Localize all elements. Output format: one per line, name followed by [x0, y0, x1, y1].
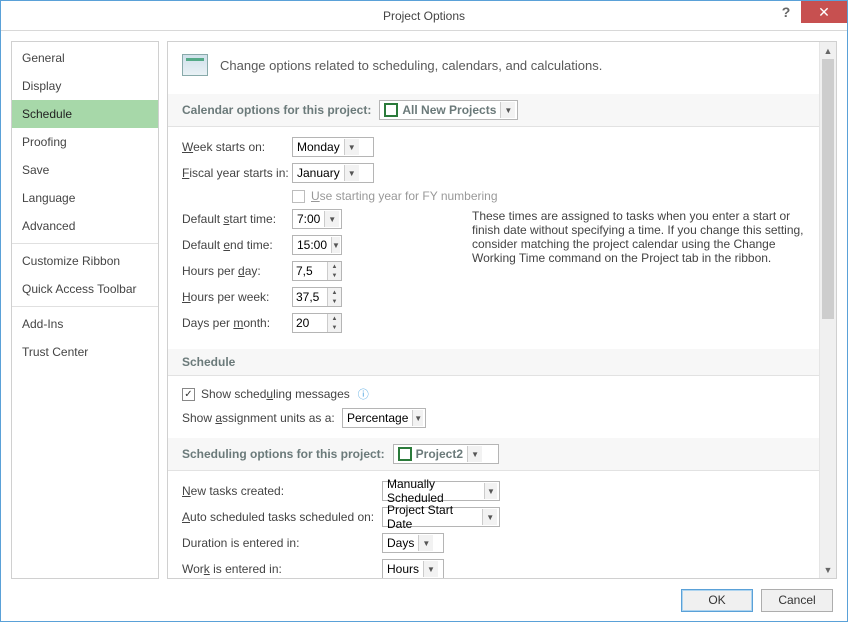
duration-select[interactable]: Days ▼ — [382, 533, 444, 553]
days-per-month-input[interactable] — [293, 314, 327, 332]
project-scope-select-2[interactable]: Project2 ▼ — [393, 444, 499, 464]
fiscal-year-select[interactable]: January ▼ — [292, 163, 374, 183]
window-controls: ? ✕ — [771, 1, 847, 23]
duration-label: Duration is entered in: — [182, 536, 382, 550]
titlebar: Project Options ? ✕ — [1, 1, 847, 31]
hours-per-week-input[interactable] — [293, 288, 327, 306]
default-end-select[interactable]: 15:00 ▼ — [292, 235, 342, 255]
days-per-month-label: Days per month: — [182, 316, 292, 330]
chevron-down-icon: ▼ — [344, 139, 359, 155]
spin-up-icon[interactable]: ▲ — [328, 262, 341, 271]
scroll-down-icon[interactable]: ▼ — [820, 561, 836, 578]
section-title: Calendar options for this project: — [182, 103, 371, 117]
sidebar-separator — [12, 306, 158, 307]
scroll-up-icon[interactable]: ▲ — [820, 42, 836, 59]
spin-down-icon[interactable]: ▼ — [328, 271, 341, 280]
time-description: These times are assigned to tasks when y… — [462, 209, 805, 265]
intro-row: Change options related to scheduling, ca… — [182, 54, 805, 76]
ok-button[interactable]: OK — [681, 589, 753, 612]
work-label: Work is entered in: — [182, 562, 382, 576]
dialog-body: General Display Schedule Proofing Save L… — [1, 31, 847, 579]
assignment-units-label: Show assignment units as a: — [182, 411, 342, 425]
chevron-down-icon: ▼ — [467, 446, 482, 462]
spin-down-icon[interactable]: ▼ — [328, 297, 341, 306]
checkbox-box: ✓ — [182, 388, 195, 401]
default-end-label: Default end time: — [182, 238, 292, 252]
new-tasks-select[interactable]: Manually Scheduled ▼ — [382, 481, 500, 501]
options-dialog: Project Options ? ✕ General Display Sche… — [0, 0, 848, 622]
section-schedule: Schedule — [168, 349, 819, 376]
info-icon[interactable]: ⓘ — [358, 386, 369, 402]
section-calendar-options: Calendar options for this project: All N… — [168, 94, 819, 127]
chevron-down-icon: ▼ — [500, 102, 515, 118]
content-pane: Change options related to scheduling, ca… — [167, 41, 837, 579]
vertical-scrollbar[interactable]: ▲ ▼ — [819, 42, 836, 578]
chevron-down-icon: ▼ — [423, 561, 438, 577]
checkbox-box — [292, 190, 305, 203]
schedule-icon — [182, 54, 208, 76]
section-title: Schedule — [182, 355, 235, 369]
close-button[interactable]: ✕ — [801, 1, 847, 23]
project-scope-select[interactable]: All New Projects ▼ — [379, 100, 518, 120]
chevron-down-icon: ▼ — [331, 237, 340, 253]
assignment-units-select[interactable]: Percentage ▼ — [342, 408, 426, 428]
spin-up-icon[interactable]: ▲ — [328, 314, 341, 323]
sidebar-item-language[interactable]: Language — [12, 184, 158, 212]
new-tasks-label: New tasks created: — [182, 484, 382, 498]
spin-down-icon[interactable]: ▼ — [328, 323, 341, 332]
intro-text: Change options related to scheduling, ca… — [220, 58, 602, 73]
sidebar-item-customize-ribbon[interactable]: Customize Ribbon — [12, 247, 158, 275]
hours-per-day-spinner[interactable]: ▲▼ — [292, 261, 342, 281]
hours-per-week-spinner[interactable]: ▲▼ — [292, 287, 342, 307]
auto-scheduled-label: Auto scheduled tasks scheduled on: — [182, 510, 382, 524]
chevron-down-icon: ▼ — [484, 483, 497, 499]
use-starting-year-checkbox: Use starting year for FY numbering — [292, 189, 498, 203]
category-sidebar: General Display Schedule Proofing Save L… — [11, 41, 159, 579]
scroll-thumb[interactable] — [822, 59, 834, 319]
sidebar-item-trust-center[interactable]: Trust Center — [12, 338, 158, 366]
sidebar-item-addins[interactable]: Add-Ins — [12, 310, 158, 338]
project-icon — [384, 103, 398, 117]
content-scroll: Change options related to scheduling, ca… — [168, 42, 819, 578]
section-scheduling-options: Scheduling options for this project: Pro… — [168, 438, 819, 471]
hours-per-day-input[interactable] — [293, 262, 327, 280]
sidebar-item-qat[interactable]: Quick Access Toolbar — [12, 275, 158, 303]
chevron-down-icon: ▼ — [344, 165, 359, 181]
chevron-down-icon: ▼ — [412, 410, 423, 426]
week-starts-label: Week starts on: — [182, 140, 292, 154]
sidebar-item-schedule[interactable]: Schedule — [12, 100, 158, 128]
sidebar-item-general[interactable]: General — [12, 44, 158, 72]
spin-up-icon[interactable]: ▲ — [328, 288, 341, 297]
cancel-button[interactable]: Cancel — [761, 589, 833, 612]
window-title: Project Options — [1, 9, 847, 23]
hours-per-day-label: Hours per day: — [182, 264, 292, 278]
sidebar-separator — [12, 243, 158, 244]
fiscal-year-label: Fiscal year starts in: — [182, 166, 292, 180]
dialog-footer: OK Cancel — [1, 579, 847, 621]
sidebar-item-display[interactable]: Display — [12, 72, 158, 100]
sidebar-item-advanced[interactable]: Advanced — [12, 212, 158, 240]
auto-scheduled-select[interactable]: Project Start Date ▼ — [382, 507, 500, 527]
days-per-month-spinner[interactable]: ▲▼ — [292, 313, 342, 333]
work-select[interactable]: Hours ▼ — [382, 559, 444, 578]
project-icon — [398, 447, 412, 461]
sidebar-item-save[interactable]: Save — [12, 156, 158, 184]
default-start-select[interactable]: 7:00 ▼ — [292, 209, 342, 229]
help-button[interactable]: ? — [771, 1, 801, 23]
default-start-label: Default start time: — [182, 212, 292, 226]
section-title: Scheduling options for this project: — [182, 447, 385, 461]
week-starts-select[interactable]: Monday ▼ — [292, 137, 374, 157]
chevron-down-icon: ▼ — [324, 211, 339, 227]
show-scheduling-messages-checkbox[interactable]: ✓ Show scheduling messages ⓘ — [182, 386, 369, 402]
hours-per-week-label: Hours per week: — [182, 290, 292, 304]
chevron-down-icon: ▼ — [482, 509, 497, 525]
chevron-down-icon: ▼ — [418, 535, 433, 551]
sidebar-item-proofing[interactable]: Proofing — [12, 128, 158, 156]
